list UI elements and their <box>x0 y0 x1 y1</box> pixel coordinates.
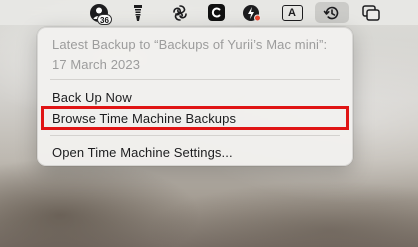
latest-backup-label: Latest Backup to “Backups of Yurii’s Mac… <box>52 37 328 52</box>
latest-backup-date: 17 March 2023 <box>52 57 141 72</box>
avatar-badge-icon[interactable]: 36 <box>88 3 112 25</box>
back-up-now-item[interactable]: Back Up Now <box>52 90 132 105</box>
avatar: 36 <box>90 3 112 25</box>
menu-bar: 36 A <box>0 0 418 25</box>
lightning-icon[interactable] <box>241 3 263 22</box>
window-icon[interactable] <box>360 3 382 22</box>
app-c-icon[interactable] <box>206 3 226 22</box>
glass-icon[interactable] <box>130 3 146 22</box>
input-source-label: A <box>281 4 303 21</box>
text-input-icon[interactable]: A <box>280 3 304 22</box>
time-machine-menu: Latest Backup to “Backups of Yurii’s Mac… <box>37 27 353 166</box>
open-settings-item[interactable]: Open Time Machine Settings... <box>52 145 233 160</box>
highlight-annotation <box>41 106 349 130</box>
menu-separator <box>50 135 340 136</box>
swirl-icon[interactable] <box>170 3 190 22</box>
menu-separator <box>50 79 340 80</box>
notification-count-badge: 36 <box>97 13 112 25</box>
time-machine-icon[interactable] <box>315 2 349 23</box>
